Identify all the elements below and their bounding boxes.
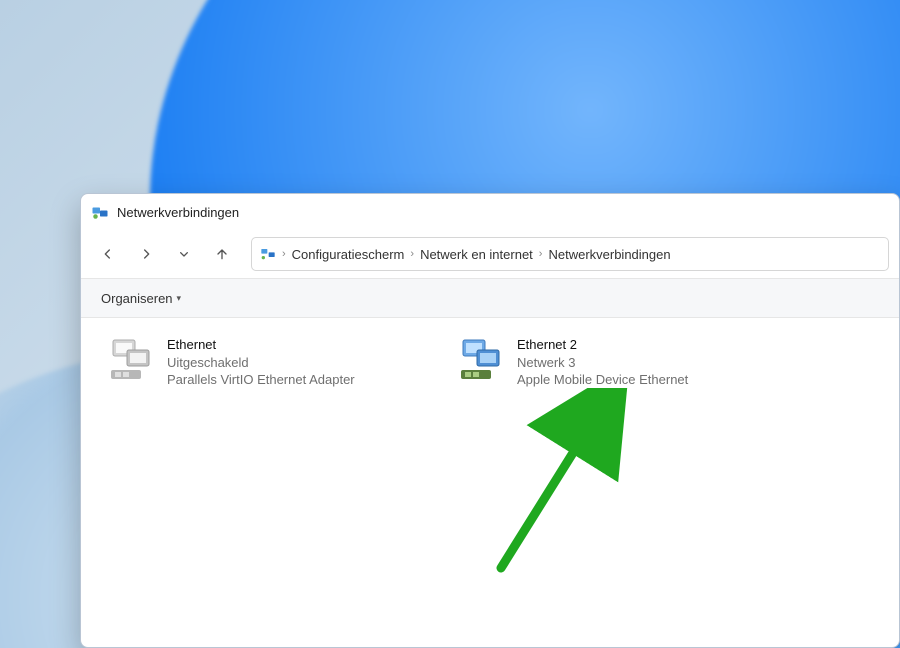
chevron-right-icon: › [410,248,414,260]
connection-item-ethernet[interactable]: Ethernet Uitgeschakeld Parallels VirtIO … [103,332,413,393]
annotation-arrow-icon [461,388,641,588]
breadcrumb-item[interactable]: Netwerk en internet [420,247,533,262]
connection-status: Netwerk 3 [517,354,688,372]
toolbar: Organiseren ▾ [81,278,899,318]
desktop-background: Netwerkverbindingen › Configuratiescher [0,0,900,648]
arrow-up-icon [214,246,230,262]
breadcrumb-item[interactable]: Configuratiescherm [292,247,405,262]
chevron-down-icon: ▾ [177,293,182,304]
connection-device: Parallels VirtIO Ethernet Adapter [167,371,355,389]
network-connections-window: Netwerkverbindingen › Configuratiescher [80,193,900,648]
arrow-left-icon [100,246,116,262]
address-bar[interactable]: › Configuratiescherm › Netwerk en intern… [251,237,889,271]
connection-status: Uitgeschakeld [167,354,355,372]
control-panel-icon [260,245,276,264]
connection-name: Ethernet 2 [517,336,688,354]
chevron-right-icon: › [282,248,286,260]
connection-name: Ethernet [167,336,355,354]
back-button[interactable] [91,237,125,271]
connections-list: Ethernet Uitgeschakeld Parallels VirtIO … [81,318,899,647]
organize-menu[interactable]: Organiseren ▾ [95,287,187,310]
forward-button[interactable] [129,237,163,271]
connection-device: Apple Mobile Device Ethernet [517,371,688,389]
window-title: Netwerkverbindingen [117,205,239,220]
organize-label: Organiseren [101,291,173,306]
recent-button[interactable] [167,237,201,271]
chevron-down-icon [176,246,192,262]
connection-item-ethernet-2[interactable]: Ethernet 2 Netwerk 3 Apple Mobile Device… [453,332,763,393]
chevron-right-icon: › [539,248,543,260]
network-folder-icon [91,203,109,221]
up-button[interactable] [205,237,239,271]
nav-row: › Configuratiescherm › Netwerk en intern… [81,230,899,278]
titlebar: Netwerkverbindingen [81,194,899,230]
arrow-right-icon [138,246,154,262]
ethernet-adapter-icon [107,336,155,384]
ethernet-adapter-icon [457,336,505,384]
breadcrumb-item[interactable]: Netwerkverbindingen [548,247,670,262]
